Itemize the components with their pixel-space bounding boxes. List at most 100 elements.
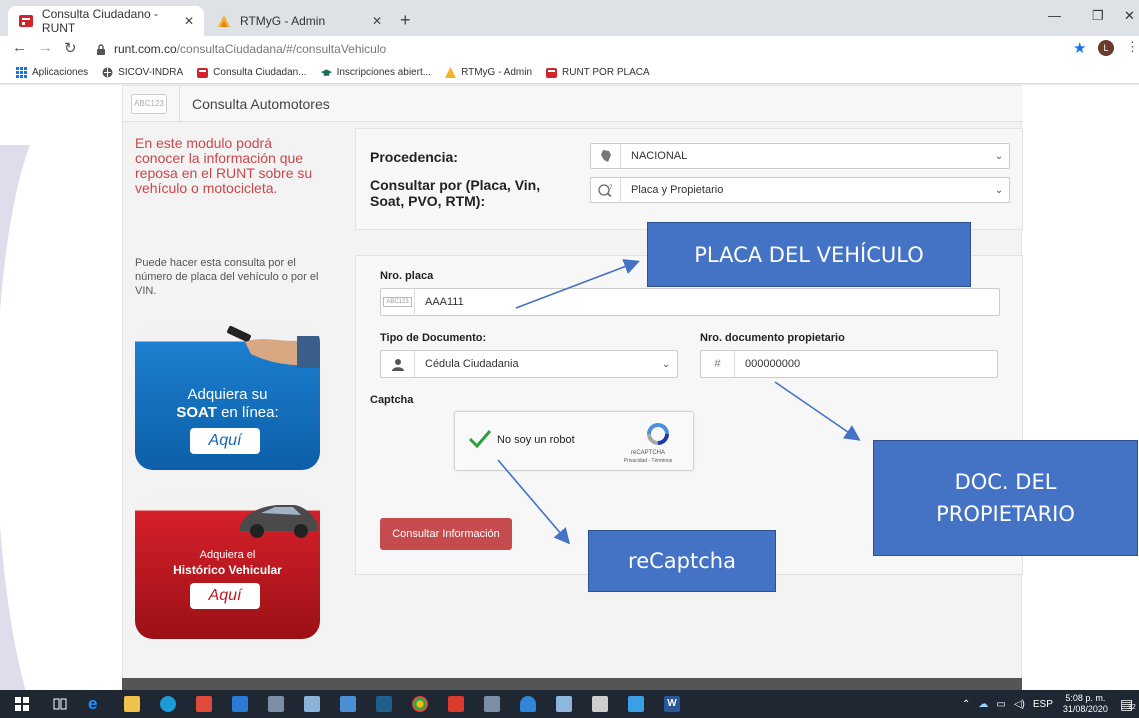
new-tab-icon[interactable]: + xyxy=(400,10,411,31)
runt-favicon-icon xyxy=(197,67,209,78)
runt-page: ABC123 Consulta Automotores En este modu… xyxy=(122,85,1023,685)
app-icon[interactable] xyxy=(484,696,500,712)
checkmark-icon[interactable] xyxy=(467,426,493,452)
app-icon[interactable] xyxy=(304,696,320,712)
chevron-down-icon: ⌄ xyxy=(994,150,1004,162)
close-tab-icon[interactable]: ✕ xyxy=(372,14,382,28)
maximize-icon[interactable]: ❐ xyxy=(1092,8,1104,24)
recaptcha-logo-icon xyxy=(647,423,669,445)
bookmark-rtmyg[interactable]: RTMyG - Admin xyxy=(445,67,532,78)
browser-toolbar: ← → ↻ runt.com.co/consultaCiudadana/#/co… xyxy=(0,36,1139,62)
skype-icon[interactable] xyxy=(160,696,176,712)
menu-kebab-icon[interactable]: ⋮ xyxy=(1126,39,1139,55)
file-explorer-icon[interactable] xyxy=(124,696,140,712)
lock-icon xyxy=(96,44,106,55)
back-icon[interactable]: ← xyxy=(12,39,27,56)
chevron-down-icon: ⌄ xyxy=(661,358,671,370)
chrome-icon[interactable] xyxy=(412,696,428,712)
window-close-icon[interactable]: ✕ xyxy=(1124,8,1135,24)
outlook-icon[interactable] xyxy=(232,696,248,712)
rtmyg-favicon-icon xyxy=(216,13,232,29)
procedencia-section: Procedencia: NACIONAL ⌄ Consultar por (P… xyxy=(355,128,1023,230)
soat-aqui-button[interactable]: Aquí xyxy=(190,428,260,454)
bookmark-star-icon[interactable]: ★ xyxy=(1073,39,1086,57)
address-bar[interactable]: runt.com.co/consultaCiudadana/#/consulta… xyxy=(96,38,1056,60)
recaptcha-widget[interactable]: No soy un robot reCAPTCHA Privacidad - T… xyxy=(454,411,694,471)
bookmark-inscripciones[interactable]: Inscripciones abiert... xyxy=(320,67,431,78)
soat-ad-banner[interactable]: Adquiera su SOAT en línea: Aquí xyxy=(135,324,320,470)
consultar-value: Placa y Propietario xyxy=(631,184,724,196)
svg-text:?: ? xyxy=(609,185,613,191)
consultar-label: Consultar por (Placa, Vin, Soat, PVO, RT… xyxy=(370,177,541,209)
rtmyg-favicon-icon xyxy=(445,67,457,78)
minimize-icon[interactable]: — xyxy=(1048,8,1061,23)
app-icon[interactable] xyxy=(556,696,572,712)
windows-taskbar: e W ⌃ ☁ ▭ ◁) ESP 5:08 p. m. 31/08/2020 ▤… xyxy=(0,690,1139,718)
annotation-recaptcha: reCaptcha xyxy=(588,530,776,592)
notification-count: 12 xyxy=(1127,703,1136,711)
language-indicator[interactable]: ESP xyxy=(1033,699,1053,710)
page-viewport: ABC123 Consulta Automotores En este modu… xyxy=(0,85,1139,690)
app-icon[interactable] xyxy=(340,696,356,712)
onedrive-icon[interactable] xyxy=(520,696,536,712)
windows-start-icon[interactable] xyxy=(14,696,30,712)
bookmark-runt-placa[interactable]: RUNT POR PLACA xyxy=(546,67,650,78)
nro-documento-input[interactable]: # 000000000 xyxy=(700,350,998,378)
close-tab-icon[interactable]: ✕ xyxy=(184,14,194,28)
nro-documento-label: Nro. documento propietario xyxy=(700,332,845,344)
bookmark-sicov[interactable]: SICOV-INDRA xyxy=(102,67,183,78)
help-note: Puede hacer esta consulta por el número … xyxy=(135,257,319,297)
tipo-documento-select[interactable]: Cédula Ciudadania ⌄ xyxy=(380,350,678,378)
tab-runt[interactable]: Consulta Ciudadano - RUNT ✕ xyxy=(8,6,204,36)
bookmark-apps[interactable]: Aplicaciones xyxy=(16,67,88,78)
snipping-tool-icon[interactable] xyxy=(628,696,644,712)
runt-favicon-icon xyxy=(18,13,34,29)
soat-rest: en línea: xyxy=(216,404,279,421)
app-icon[interactable] xyxy=(376,696,392,712)
bookmark-label: SICOV-INDRA xyxy=(118,67,184,78)
url-host: runt.com.co xyxy=(114,42,177,56)
onedrive-tray-icon[interactable]: ☁ xyxy=(978,699,988,710)
network-icon[interactable]: ▭ xyxy=(996,699,1005,710)
plate-icon: ABC123 xyxy=(381,289,415,315)
bookmark-label: Consulta Ciudadan... xyxy=(213,67,307,78)
hash-icon: # xyxy=(701,351,735,377)
profile-avatar[interactable]: L xyxy=(1098,40,1114,56)
anydesk-icon[interactable] xyxy=(196,696,212,712)
bookmarks-bar: Aplicaciones SICOV-INDRA Consulta Ciudad… xyxy=(0,62,1139,84)
hist-line1: Adquiera el xyxy=(199,549,256,561)
bookmark-consulta[interactable]: Consulta Ciudadan... xyxy=(197,67,307,78)
user-icon xyxy=(381,351,415,377)
app-icon[interactable] xyxy=(592,696,608,712)
procedencia-label: Procedencia: xyxy=(370,149,458,165)
plate-icon: ABC123 xyxy=(131,93,167,114)
task-view-icon[interactable] xyxy=(52,696,68,712)
procedencia-select[interactable]: NACIONAL ⌄ xyxy=(590,143,1010,169)
tab-rtmyg[interactable]: RTMyG - Admin ✕ xyxy=(206,6,392,36)
word-icon[interactable]: W xyxy=(664,696,680,712)
app-icon[interactable] xyxy=(448,696,464,712)
search-question-icon: ? xyxy=(591,178,621,202)
clock-time: 5:08 p. m. xyxy=(1065,693,1106,703)
placa-input[interactable]: ABC123 AAA111 xyxy=(380,288,1000,316)
consultar-button[interactable]: Consultar Información xyxy=(380,518,512,550)
browser-tabstrip: Consulta Ciudadano - RUNT ✕ RTMyG - Admi… xyxy=(0,0,1139,36)
clock-date: 31/08/2020 xyxy=(1062,704,1108,714)
volume-icon[interactable]: ◁) xyxy=(1014,699,1025,710)
reload-icon[interactable]: ↻ xyxy=(64,39,77,57)
app-icon[interactable] xyxy=(268,696,284,712)
chevron-down-icon: ⌄ xyxy=(994,184,1004,196)
forward-icon[interactable]: → xyxy=(38,39,53,56)
divider xyxy=(179,85,180,122)
historico-ad-banner[interactable]: Adquiera el Histórico Vehicular Aquí xyxy=(135,493,320,639)
edge-icon[interactable]: e xyxy=(88,695,104,712)
recaptcha-links[interactable]: Privacidad - Términos xyxy=(613,458,683,464)
notifications-icon[interactable]: ▤ 12 xyxy=(1120,696,1136,713)
chevron-up-icon[interactable]: ⌃ xyxy=(962,699,970,710)
consultar-por-select[interactable]: ? Placa y Propietario ⌄ xyxy=(590,177,1010,203)
hist-aqui-button[interactable]: Aquí xyxy=(190,583,260,609)
soat-line1: Adquiera su xyxy=(187,386,268,403)
colombia-map-icon xyxy=(591,144,621,168)
clock[interactable]: 5:08 p. m. 31/08/2020 xyxy=(1063,693,1108,715)
url-path: /consultaCiudadana/#/consultaVehiculo xyxy=(176,42,387,56)
